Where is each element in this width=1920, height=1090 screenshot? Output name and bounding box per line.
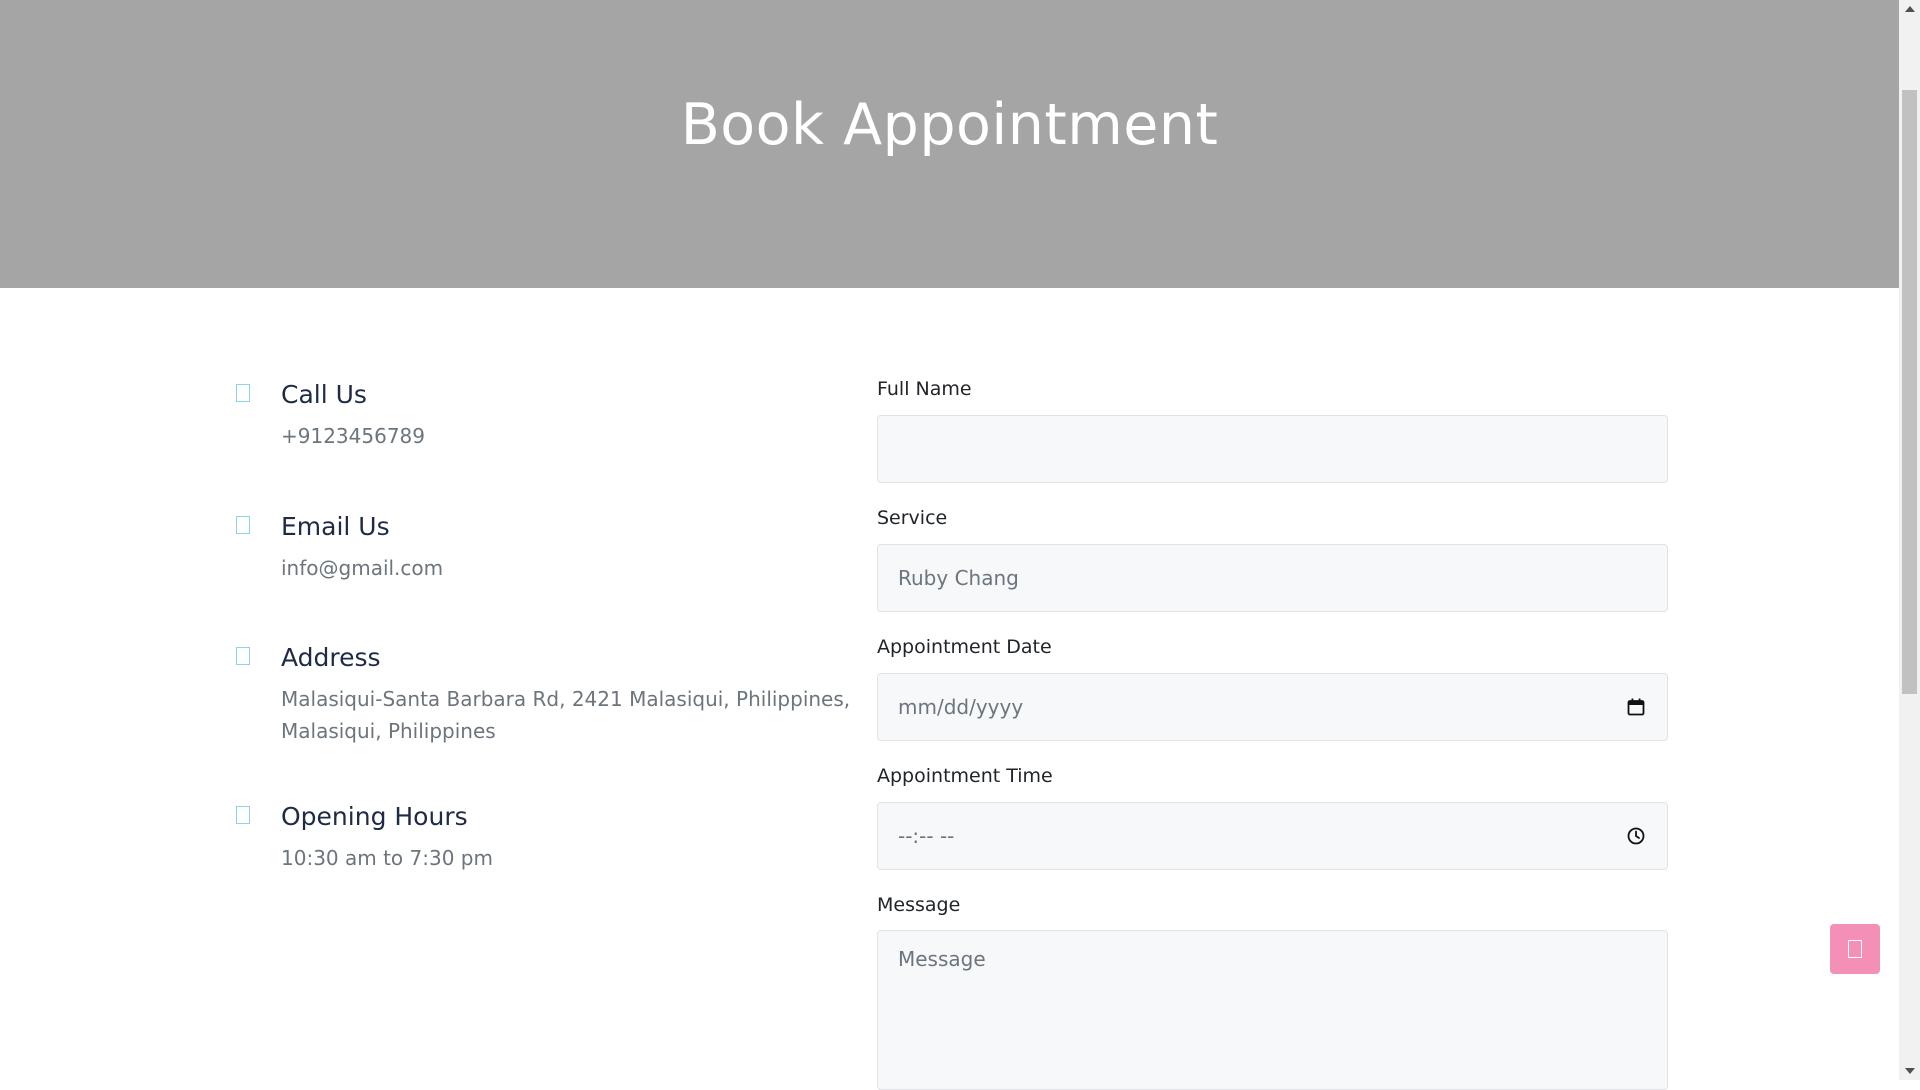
contact-address-title: Address [281,643,381,672]
message-field[interactable] [877,930,1668,1090]
page-header: Book Appointment [0,0,1899,288]
service-label: Service [877,507,948,529]
page-scrollbar[interactable] [1899,0,1920,1080]
email-icon [236,516,250,534]
phone-icon [236,384,250,402]
location-icon [236,647,250,665]
arrow-up-icon [1848,940,1862,958]
clock-icon [236,806,250,824]
appointment-date-label: Appointment Date [877,636,1052,658]
full-name-label: Full Name [877,378,972,400]
contact-call-value: +9123456789 [281,424,426,448]
scroll-down-arrow-icon[interactable] [1905,1068,1915,1074]
appointment-time-label: Appointment Time [877,765,1053,787]
contact-address-value: Malasiqui-Santa Barbara Rd, 2421 Malasiq… [281,687,851,743]
appointment-time-placeholder: --:-- -- [898,824,955,848]
clock-picker-icon[interactable] [1625,825,1647,847]
appointment-time-field[interactable]: --:-- -- [877,802,1668,870]
contact-call-title: Call Us [281,380,367,409]
full-name-input[interactable] [898,416,1647,482]
message-textarea[interactable] [898,947,1647,1073]
back-to-top-button[interactable] [1830,924,1880,974]
service-input[interactable] [898,545,1647,611]
service-field[interactable] [877,544,1668,612]
message-label: Message [877,894,961,916]
contact-hours-title: Opening Hours [281,802,468,831]
contact-hours-value: 10:30 am to 7:30 pm [281,846,493,870]
scroll-up-arrow-icon[interactable] [1905,6,1915,12]
contact-email-value: info@gmail.com [281,556,444,580]
calendar-icon[interactable] [1625,696,1647,718]
contact-email-title: Email Us [281,512,390,541]
scrollbar-thumb[interactable] [1902,90,1917,694]
page-title: Book Appointment [680,92,1219,158]
appointment-date-field[interactable]: mm/dd/yyyy [877,673,1668,741]
appointment-date-placeholder: mm/dd/yyyy [898,695,1024,719]
full-name-field[interactable] [877,415,1668,483]
